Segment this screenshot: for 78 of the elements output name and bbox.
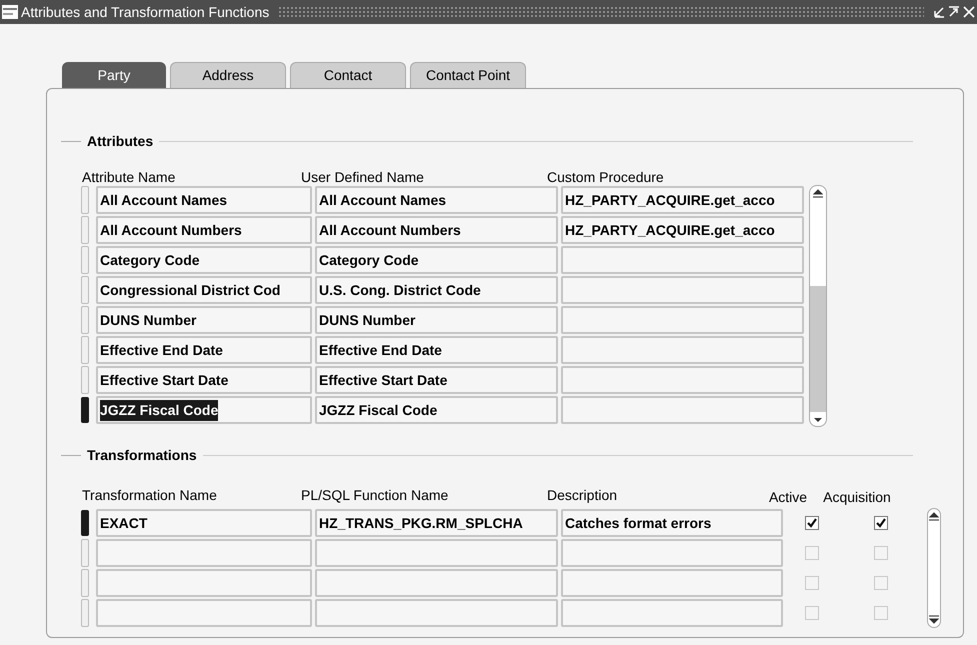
checkbox[interactable] [874, 546, 888, 560]
text-field[interactable] [561, 599, 783, 627]
column-header: Custom Procedure [547, 169, 664, 185]
text-field[interactable] [315, 569, 558, 597]
text-field[interactable] [315, 539, 558, 567]
text-field[interactable]: JGZZ Fiscal Code [315, 396, 558, 424]
row-selector[interactable] [81, 216, 89, 244]
row-selector[interactable] [81, 306, 89, 334]
text-field[interactable] [561, 336, 804, 364]
column-header: Acquisition [823, 488, 891, 507]
tab[interactable]: Contact [290, 62, 406, 88]
tab[interactable]: Address [170, 62, 286, 88]
row-selector[interactable] [81, 397, 89, 423]
row-selector[interactable] [81, 336, 89, 364]
checkbox[interactable] [805, 606, 819, 620]
text-field[interactable]: Category Code [96, 246, 312, 274]
text-field[interactable]: U.S. Cong. District Code [315, 276, 558, 304]
text-field[interactable] [561, 366, 804, 394]
tab[interactable]: Contact Point [410, 62, 526, 88]
section-heading: Transformations [87, 446, 197, 465]
column-header: User Defined Name [301, 169, 424, 185]
text-field[interactable]: Congressional District Cod [96, 276, 312, 304]
minimize-icon[interactable] [933, 6, 945, 18]
text-field[interactable] [561, 306, 804, 334]
text-field[interactable]: HZ_TRANS_PKG.RM_SPLCHA [315, 509, 558, 537]
text-field[interactable] [561, 246, 804, 274]
scrollbar[interactable] [809, 185, 827, 427]
app-logo-icon [2, 5, 18, 19]
text-field[interactable]: All Account Names [96, 186, 312, 214]
text-field[interactable]: EXACT [96, 509, 312, 537]
text-field[interactable]: All Account Numbers [96, 216, 312, 244]
text-field[interactable]: DUNS Number [96, 306, 312, 334]
text-field[interactable]: All Account Numbers [315, 216, 558, 244]
checkbox[interactable] [874, 606, 888, 620]
tab[interactable]: Party [62, 62, 166, 88]
text-field[interactable] [561, 276, 804, 304]
row-selector[interactable] [81, 276, 89, 304]
row-selector[interactable] [81, 510, 89, 536]
text-field[interactable]: Effective End Date [315, 336, 558, 364]
text-field[interactable]: Effective Start Date [96, 366, 312, 394]
text-field[interactable] [561, 569, 783, 597]
checkbox[interactable] [805, 546, 819, 560]
text-field[interactable] [561, 539, 783, 567]
text-field[interactable] [96, 569, 312, 597]
text-field[interactable]: HZ_PARTY_ACQUIRE.get_acco [561, 216, 804, 244]
column-header: Transformation Name [82, 487, 217, 503]
row-selector[interactable] [81, 599, 89, 627]
section-heading: Attributes [87, 132, 154, 151]
text-field[interactable]: Effective Start Date [315, 366, 558, 394]
row-selector[interactable] [81, 539, 89, 567]
checkbox[interactable] [805, 516, 819, 530]
text-field[interactable] [315, 599, 558, 627]
row-selector[interactable] [81, 186, 89, 214]
scrollbar[interactable] [927, 508, 941, 628]
text-field[interactable] [96, 599, 312, 627]
text-field[interactable]: Catches format errors [561, 509, 783, 537]
row-selector[interactable] [81, 366, 89, 394]
checkbox[interactable] [874, 576, 888, 590]
text-field[interactable] [96, 539, 312, 567]
text-field[interactable]: All Account Names [315, 186, 558, 214]
column-header: Active [768, 488, 808, 507]
maximize-icon[interactable] [948, 6, 960, 18]
row-selector[interactable] [81, 246, 89, 274]
checkbox[interactable] [805, 576, 819, 590]
text-field[interactable]: Category Code [315, 246, 558, 274]
text-field[interactable]: DUNS Number [315, 306, 558, 334]
close-icon[interactable] [963, 6, 975, 18]
column-header: PL/SQL Function Name [301, 487, 448, 503]
column-header: Attribute Name [82, 169, 176, 185]
column-header: Description [547, 487, 618, 503]
text-field[interactable]: HZ_PARTY_ACQUIRE.get_acco [561, 186, 804, 214]
selected-text: JGZZ Fiscal Code [100, 400, 218, 420]
text-field[interactable]: JGZZ Fiscal Code [96, 396, 312, 424]
row-selector[interactable] [81, 569, 89, 597]
text-field[interactable] [561, 396, 804, 424]
checkbox[interactable] [874, 516, 888, 530]
window-title: Attributes and Transformation Functions [21, 2, 270, 22]
text-field[interactable]: Effective End Date [96, 336, 312, 364]
